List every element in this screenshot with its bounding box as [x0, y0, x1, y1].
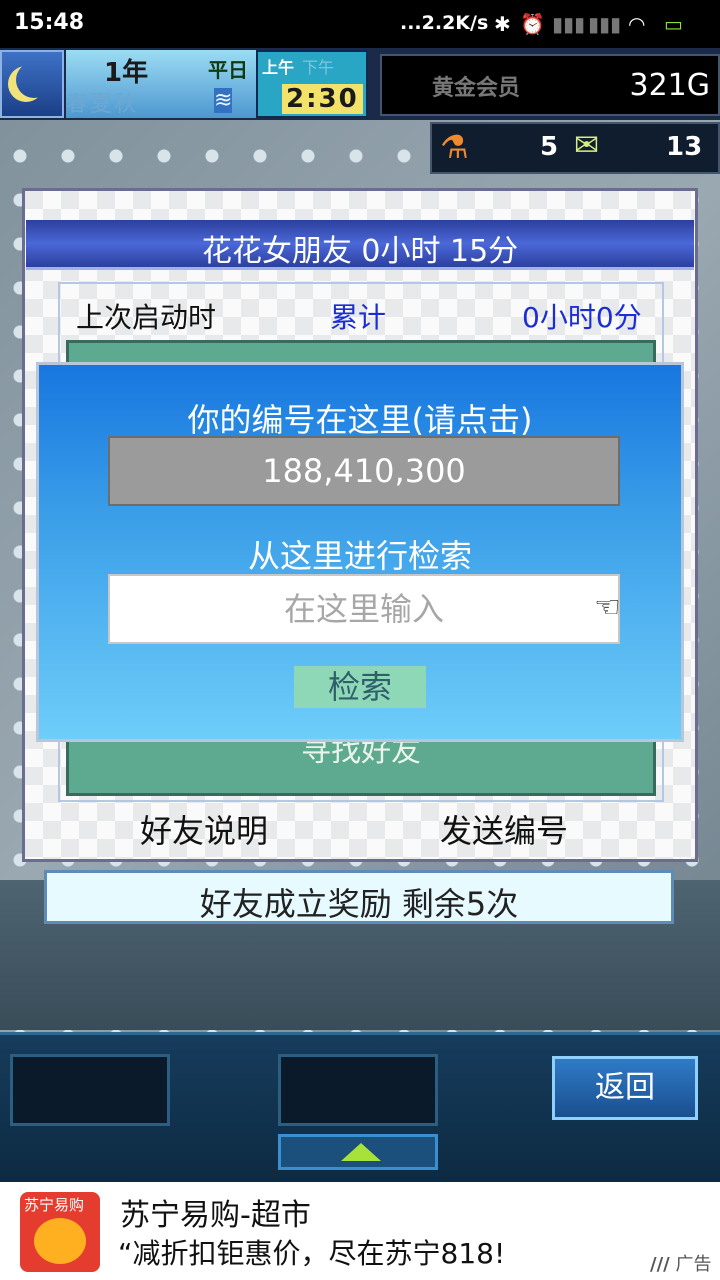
friend-bonus-bar: 好友成立奖励 剩余5次 — [44, 870, 674, 924]
expand-menu-button[interactable] — [278, 1134, 438, 1170]
empty-slot-center[interactable] — [278, 1054, 438, 1126]
day-type: 平日 ≋ — [206, 50, 256, 118]
network-speed: ...2.2K/s — [400, 12, 489, 34]
ticket-count: 13 — [666, 132, 703, 162]
game-clock: 上午 下午 2:30 — [256, 50, 368, 118]
snow-icon: ≋ — [214, 88, 233, 113]
ad-brand: 苏宁易购 — [24, 1196, 85, 1214]
send-number-button[interactable]: 发送编号 — [440, 806, 568, 852]
total-value: 0小时0分 — [522, 301, 642, 334]
ad-banner[interactable]: 苏宁易购 苏宁易购-超市 “减折扣钜惠价，尽在苏宁818! — [0, 1182, 720, 1280]
signal-icon-2: ▮▮▮ — [588, 12, 622, 36]
battery-icon: ▭ — [664, 12, 683, 36]
panel-title: 花花女朋友 0小时 15分 — [201, 234, 519, 269]
friend-explain-button[interactable]: 好友说明 — [140, 806, 268, 852]
clock-time: 2:30 — [282, 84, 363, 114]
total-label: 累计 — [330, 301, 387, 334]
lion-mascot-icon — [34, 1218, 86, 1264]
research-points: 5 — [540, 132, 559, 162]
alarm-icon: ⏰ — [520, 12, 545, 36]
am-label: 上午 — [262, 58, 295, 77]
money-bar: 黄金会员 321G — [380, 54, 720, 116]
up-arrow-icon — [341, 1143, 381, 1161]
ad-tag-label: 广告 — [675, 1254, 712, 1275]
night-indicator[interactable] — [0, 50, 64, 118]
membership-label: 黄金会员 — [432, 76, 521, 101]
last-launch-label: 上次启动时 — [76, 301, 217, 334]
ad-mark-icon: /// — [650, 1254, 670, 1275]
search-title: 从这里进行检索 — [247, 537, 472, 575]
status-time: 15:48 — [14, 10, 85, 35]
day-type-label: 平日 — [208, 58, 248, 82]
pointing-hand-icon: ☜ — [594, 590, 621, 625]
pm-label: 下午 — [302, 58, 335, 77]
year-label: 1年 — [104, 58, 149, 88]
player-id-button[interactable]: 188,410,300 — [108, 436, 620, 506]
bluetooth-icon: ✱ — [494, 12, 511, 36]
gold-amount: 321G — [629, 68, 710, 103]
search-button[interactable]: 检索 — [294, 666, 426, 708]
ad-logo: 苏宁易购 — [20, 1192, 100, 1272]
ad-title: 苏宁易购-超市 — [120, 1198, 311, 1233]
dialog-title: 你的编号在这里(请点击) — [187, 401, 533, 439]
moon-icon — [16, 62, 52, 98]
date-display: 1年 春夏秋 — [66, 50, 206, 118]
friend-bonus-text: 好友成立奖励 剩余5次 — [199, 885, 519, 923]
ad-tag: /// 广告 — [650, 1250, 711, 1276]
back-button[interactable]: 返回 — [552, 1056, 698, 1120]
search-input[interactable]: 在这里输入 — [108, 574, 620, 644]
ticket-icon: ✉ — [574, 128, 600, 163]
resource-bar: ⚗ 5 ✉ 13 — [430, 122, 720, 174]
season-track: 春夏秋 — [66, 92, 139, 117]
status-bar: 15:48 ...2.2K/s ✱ ⏰ ▮▮▮ ▮▮▮ ◠ ▭ — [0, 0, 720, 48]
panel-header: 花花女朋友 0小时 15分 — [26, 220, 694, 270]
ad-text: “减折扣钜惠价，尽在苏宁818! — [118, 1237, 506, 1270]
flask-icon: ⚗ — [440, 128, 469, 166]
wifi-icon: ◠ — [628, 12, 646, 36]
empty-slot-left[interactable] — [10, 1054, 170, 1126]
signal-icon: ▮▮▮ — [552, 12, 586, 36]
